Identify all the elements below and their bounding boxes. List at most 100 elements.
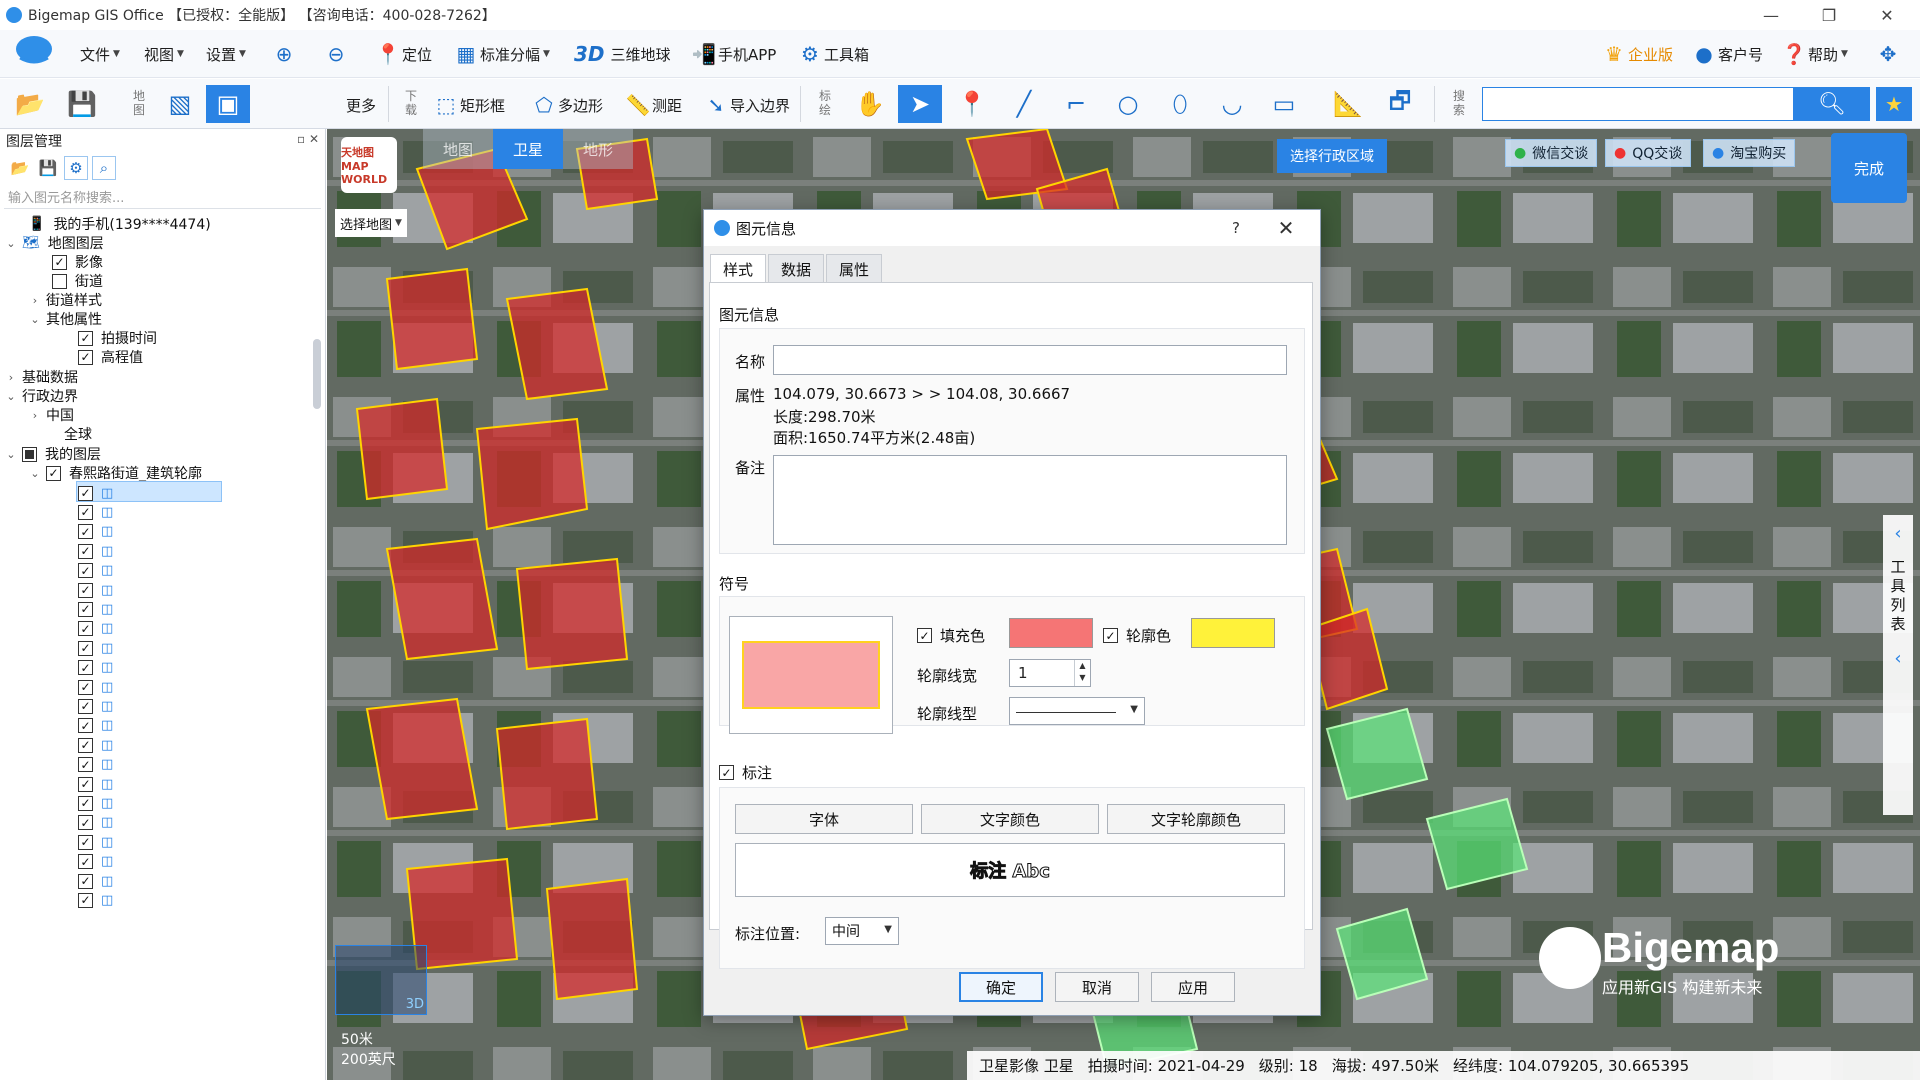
zoom-in-button[interactable]: ⊕	[270, 36, 298, 72]
outline-color-swatch[interactable]	[1191, 618, 1275, 648]
measure-button[interactable]: 📏 测距	[624, 87, 682, 123]
open-folder-button[interactable]: 📂	[8, 85, 52, 123]
list-item[interactable]: ✓ ◫	[78, 889, 113, 911]
feature-checkbox[interactable]: ✓	[78, 640, 93, 656]
tab-satellite[interactable]: 卫星	[493, 129, 563, 169]
building-layer-checkbox[interactable]: ✓	[46, 465, 61, 481]
fill-color-swatch[interactable]	[1009, 618, 1093, 648]
streets-checkbox[interactable]	[52, 273, 67, 289]
collapse-icon[interactable]: ⌄	[28, 313, 42, 326]
feature-checkbox[interactable]: ✓	[78, 815, 93, 831]
ruler-tool[interactable]: 📐	[1326, 85, 1370, 123]
close-icon[interactable]: ✕	[1864, 0, 1910, 30]
help-button[interactable]: ❓ 帮助 ▼	[1780, 36, 1848, 72]
toolbox-button[interactable]: ⚙ 工具箱	[796, 36, 869, 72]
feature-checkbox[interactable]: ✓	[78, 563, 93, 579]
circle-tool[interactable]: ○	[1106, 85, 1150, 123]
outline-style-select[interactable]: ▼	[1009, 697, 1145, 725]
feature-checkbox[interactable]: ✓	[78, 621, 93, 637]
cancel-button[interactable]: 取消	[1055, 972, 1139, 1002]
tree-elevation[interactable]: ✓ 高程值	[78, 346, 143, 368]
annotation-check[interactable]: ✓	[719, 765, 734, 780]
text-outline-color-button[interactable]: 文字轮廓颜色	[1107, 804, 1285, 834]
chevron-left-icon[interactable]: ‹	[1894, 648, 1901, 669]
select-map-dropdown[interactable]: 选择地图 ▼	[335, 209, 407, 237]
restore-icon[interactable]: ❐	[1806, 0, 1852, 30]
feature-checkbox[interactable]: ✓	[78, 679, 93, 695]
map-source-button[interactable]: ▧	[158, 85, 202, 123]
tab-terrain[interactable]: 地形	[563, 129, 633, 169]
menu-view[interactable]: 视图 ▼	[144, 36, 184, 72]
tool-list-panel[interactable]: ‹ 工具列表 ‹	[1883, 515, 1913, 815]
tree-world[interactable]: 全球	[46, 423, 92, 445]
overview-minimap[interactable]: 3D	[335, 945, 427, 1015]
rectangle-tool[interactable]: ▭	[1262, 85, 1306, 123]
expand-button[interactable]: ✥	[1874, 36, 1902, 72]
my-layers-checkbox[interactable]	[22, 446, 37, 462]
freehand-tool[interactable]: ⬯	[1158, 85, 1202, 123]
expand-icon[interactable]: ›	[28, 409, 42, 422]
more-button[interactable]: 更多	[346, 87, 376, 123]
feature-checkbox[interactable]: ✓	[78, 601, 93, 617]
feature-checkbox[interactable]: ✓	[78, 485, 93, 501]
collapse-icon[interactable]: ⌄	[4, 237, 18, 250]
feature-checkbox[interactable]: ✓	[78, 892, 93, 908]
pan-tool[interactable]: ✋	[848, 85, 892, 123]
feature-checkbox[interactable]: ✓	[78, 660, 93, 676]
favorite-button[interactable]: ★	[1876, 87, 1912, 121]
outline-check[interactable]: ✓	[1103, 628, 1118, 643]
outline-color-checkbox[interactable]: ✓ 轮廓色	[1103, 625, 1171, 646]
menu-file[interactable]: 文件 ▼	[80, 36, 120, 72]
app-menu-button[interactable]	[14, 34, 54, 70]
feature-checkbox[interactable]: ✓	[78, 698, 93, 714]
close-panel-icon[interactable]: ✕	[309, 132, 319, 146]
label-position-select[interactable]: 中间 ▼	[825, 917, 899, 945]
polygon-button[interactable]: ⬠ 多边形	[530, 87, 603, 123]
feature-checkbox[interactable]: ✓	[78, 737, 93, 753]
text-color-button[interactable]: 文字颜色	[921, 804, 1099, 834]
fill-color-checkbox[interactable]: ✓ 填充色	[917, 625, 985, 646]
collapse-icon[interactable]: ⌄	[28, 467, 42, 480]
expand-icon[interactable]: ›	[4, 371, 18, 384]
feature-checkbox[interactable]: ✓	[78, 854, 93, 870]
stepper-arrows-icon[interactable]: ▲ ▼	[1074, 660, 1090, 686]
annotation-checkbox[interactable]: ✓ 标注	[719, 762, 772, 783]
menu-settings[interactable]: 设置 ▼	[206, 36, 246, 72]
map-thumb-button[interactable]: ▣	[206, 85, 250, 123]
feature-checkbox[interactable]: ✓	[78, 718, 93, 734]
feature-checkbox[interactable]: ✓	[78, 504, 93, 520]
rect-frame-button[interactable]: ⬚ 矩形框	[432, 87, 505, 123]
wechat-chat-button[interactable]: ● 微信交谈	[1505, 139, 1598, 167]
collapse-icon[interactable]: ⌄	[4, 390, 18, 403]
open-layer-button[interactable]: 📂	[8, 156, 32, 180]
import-boundary-button[interactable]: ➘ 导入边界	[702, 87, 790, 123]
edit-tool[interactable]: 🗗	[1378, 85, 1422, 123]
line-tool[interactable]: ╱	[1002, 85, 1046, 123]
imagery-checkbox[interactable]: ✓	[52, 254, 67, 270]
feature-checkbox[interactable]: ✓	[78, 757, 93, 773]
expand-icon[interactable]: ›	[28, 294, 42, 307]
save-button[interactable]: 💾	[60, 85, 104, 123]
qq-chat-button[interactable]: ● QQ交谈	[1605, 139, 1692, 167]
zoom-out-button[interactable]: ⊖	[322, 36, 350, 72]
globe3d-button[interactable]: 3D 三维地球	[574, 36, 671, 72]
feature-checkbox[interactable]: ✓	[78, 795, 93, 811]
polyline-tool[interactable]: ⌐	[1054, 85, 1098, 123]
collapse-icon[interactable]: ⌄	[4, 448, 18, 461]
select-tool[interactable]: ➤	[898, 85, 942, 123]
note-field[interactable]	[773, 455, 1287, 545]
fill-check[interactable]: ✓	[917, 628, 932, 643]
feature-checkbox[interactable]: ✓	[78, 873, 93, 889]
ok-button[interactable]: 确定	[959, 972, 1043, 1002]
finish-button[interactable]: 完成	[1831, 133, 1907, 203]
select-region-button[interactable]: 选择行政区域	[1277, 139, 1387, 173]
minimize-icon[interactable]: —	[1748, 0, 1794, 30]
taobao-buy-button[interactable]: ● 淘宝购买	[1703, 139, 1796, 167]
outline-width-stepper[interactable]: 1 ▲ ▼	[1009, 659, 1091, 687]
search-input[interactable]	[1482, 87, 1794, 121]
enterprise-button[interactable]: ♛ 企业版	[1600, 36, 1673, 72]
layer-settings-button[interactable]: ⚙	[64, 156, 88, 180]
feature-checkbox[interactable]: ✓	[78, 834, 93, 850]
locate-button[interactable]: 📍 定位	[374, 36, 432, 72]
tianditu-logo[interactable]: 天地图 MAP WORLD	[341, 137, 397, 193]
